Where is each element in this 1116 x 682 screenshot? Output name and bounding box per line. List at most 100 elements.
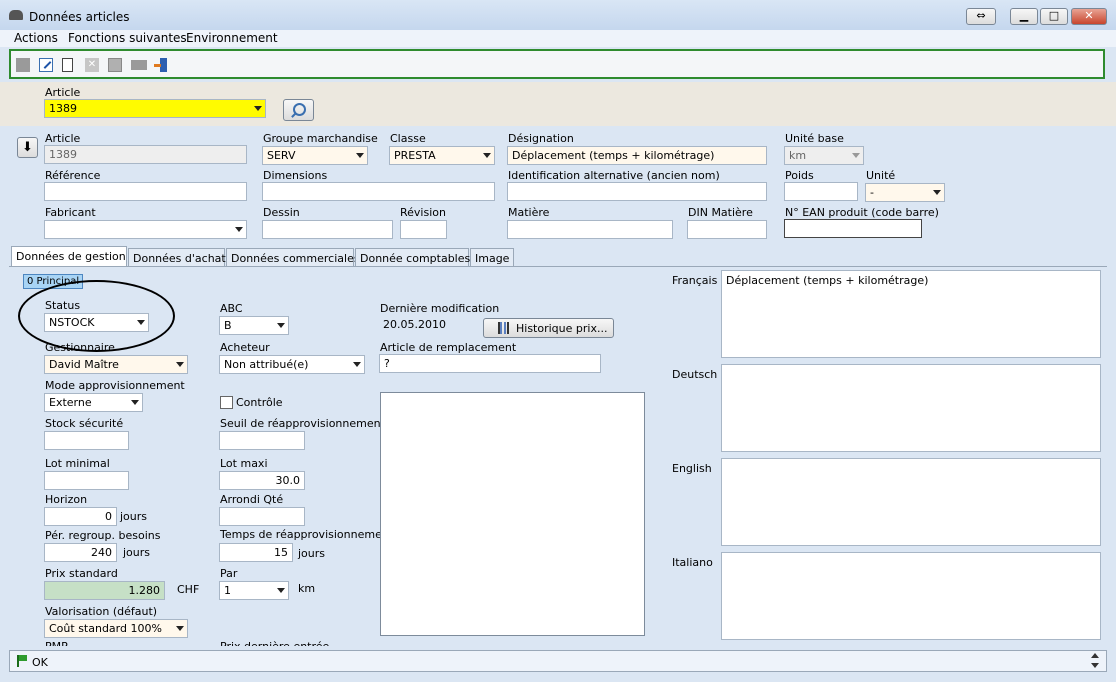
mode-appro-select[interactable]: Externe: [44, 393, 143, 412]
ean-label: N° EAN produit (code barre): [785, 206, 939, 219]
abc-select[interactable]: B: [219, 316, 289, 335]
stock-secu-field[interactable]: [44, 431, 129, 450]
groupe-select[interactable]: SERV: [262, 146, 368, 165]
arrondi-field[interactable]: [219, 507, 305, 526]
toolbar: [9, 49, 1105, 79]
tab-donnees-gestion[interactable]: Données de gestion: [11, 246, 127, 266]
delete-icon[interactable]: ✕: [85, 58, 99, 72]
matiere-field[interactable]: [507, 220, 673, 239]
valorisation-select[interactable]: Coût standard 100%: [44, 619, 188, 638]
historique-prix-button[interactable]: Historique prix...: [483, 318, 614, 338]
tab-donnees-commerciales[interactable]: Données commerciales: [226, 248, 360, 267]
valorisation-label: Valorisation (défaut): [45, 605, 158, 618]
remplacement-field[interactable]: ?: [379, 354, 601, 373]
controle-checkbox[interactable]: [220, 396, 233, 409]
search-button[interactable]: [283, 99, 314, 121]
derniere-modif-field: 20.05.2010: [383, 318, 446, 331]
close-button[interactable]: ✕: [1071, 8, 1107, 25]
menu-environnement[interactable]: Environnement: [186, 31, 278, 45]
matiere-label: Matière: [508, 206, 550, 219]
classe-label: Classe: [390, 132, 426, 145]
stop-icon[interactable]: [16, 58, 30, 72]
gestionnaire-label: Gestionnaire: [45, 341, 115, 354]
par-select[interactable]: 1: [219, 581, 289, 600]
edit-icon[interactable]: [39, 58, 53, 72]
window-title: Données articles: [29, 10, 130, 24]
fabricant-label: Fabricant: [45, 206, 96, 219]
lang-italiano-textarea[interactable]: [721, 552, 1101, 640]
horizon-field[interactable]: 0: [44, 507, 117, 526]
notes-textarea[interactable]: [380, 392, 645, 636]
controle-label: Contrôle: [236, 396, 283, 409]
ean-field[interactable]: [784, 219, 922, 238]
minimize-button[interactable]: ▁: [1010, 8, 1038, 25]
pmp-label: PMP: [45, 640, 68, 646]
per-regroup-field[interactable]: 240: [44, 543, 117, 562]
lang-francais-textarea[interactable]: Déplacement (temps + kilométrage): [721, 270, 1101, 358]
tab-donnee-comptables[interactable]: Donnée comptables: [355, 248, 470, 267]
derniere-modif-label: Dernière modification: [380, 302, 500, 315]
status-bar: OK: [9, 650, 1107, 672]
per-regroup-label: Pér. regroup. besoins: [45, 529, 161, 542]
reference-field[interactable]: [44, 182, 247, 201]
status-select[interactable]: NSTOCK: [44, 313, 149, 332]
temps-reappro-field[interactable]: 15: [219, 543, 293, 562]
lot-maxi-label: Lot maxi: [220, 457, 268, 470]
menu-fonctions-suivantes[interactable]: Fonctions suivantes: [68, 31, 187, 45]
lang-italiano-label: Italiano: [672, 556, 713, 569]
lot-min-label: Lot minimal: [45, 457, 110, 470]
copy-icon[interactable]: [108, 58, 122, 72]
maximize-button[interactable]: □: [1040, 8, 1068, 25]
dimensions-field[interactable]: [262, 182, 495, 201]
lang-deutsch-textarea[interactable]: [721, 364, 1101, 452]
acheteur-select[interactable]: Non attribué(e): [219, 355, 365, 374]
reference-label: Référence: [45, 169, 101, 182]
spin-up-button[interactable]: [1091, 653, 1099, 658]
fabricant-select[interactable]: [44, 220, 247, 239]
status-text: OK: [32, 656, 48, 669]
unite-base-label: Unité base: [785, 132, 844, 145]
lot-maxi-field[interactable]: 30.0: [219, 471, 305, 490]
poids-label: Poids: [785, 169, 814, 182]
new-doc-icon[interactable]: [62, 58, 73, 72]
designation-field[interactable]: Déplacement (temps + kilométrage): [507, 146, 767, 165]
lot-min-field[interactable]: [44, 471, 129, 490]
designation-label: Désignation: [508, 132, 574, 145]
lang-english-textarea[interactable]: [721, 458, 1101, 546]
menu-actions[interactable]: Actions: [14, 31, 58, 45]
import-button[interactable]: ⬇: [17, 137, 38, 158]
horizon-label: Horizon: [45, 493, 88, 506]
abc-label: ABC: [220, 302, 243, 315]
arrondi-label: Arrondi Qté: [220, 493, 284, 506]
chart-icon: [498, 322, 509, 334]
dessin-field[interactable]: [262, 220, 393, 239]
prix-std-field[interactable]: 1.280: [44, 581, 165, 600]
article-field: 1389: [44, 145, 247, 164]
ident-alt-field[interactable]: [507, 182, 767, 201]
gestionnaire-select[interactable]: David Maître: [44, 355, 188, 374]
groupe-label: Groupe marchandise: [263, 132, 378, 145]
prix-std-label: Prix standard: [45, 567, 118, 580]
spin-down-button[interactable]: [1091, 663, 1099, 668]
article-select[interactable]: 1389: [44, 99, 266, 118]
status-label: Status: [45, 299, 81, 312]
prix-derniere-label: Prix dernière entrée: [220, 640, 329, 646]
exit-icon[interactable]: [154, 58, 168, 72]
unite-select[interactable]: -: [865, 183, 945, 202]
classe-select[interactable]: PRESTA: [389, 146, 495, 165]
poids-field[interactable]: [784, 182, 858, 201]
tab-donnees-achat[interactable]: Données d'achat: [128, 248, 226, 267]
acheteur-label: Acheteur: [220, 341, 270, 354]
article-bar-label: Article: [45, 86, 81, 99]
revision-label: Révision: [400, 206, 446, 219]
seuil-field[interactable]: [219, 431, 305, 450]
revision-field[interactable]: [400, 220, 447, 239]
dessin-label: Dessin: [263, 206, 300, 219]
din-field[interactable]: [687, 220, 767, 239]
lang-english-label: English: [672, 462, 712, 475]
temps-reappro-label: Temps de réapprovisionnement: [220, 528, 394, 541]
tab-image[interactable]: Image: [470, 248, 514, 267]
print-icon[interactable]: [131, 60, 147, 70]
din-label: DIN Matière: [688, 206, 753, 219]
restore-arrows-button[interactable]: ⇔: [966, 8, 996, 25]
